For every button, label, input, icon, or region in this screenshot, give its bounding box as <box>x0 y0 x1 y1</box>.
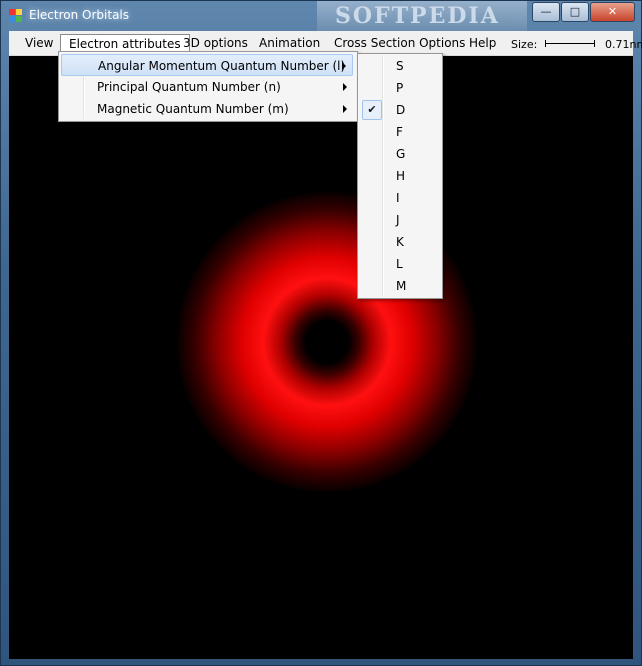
watermark: SOFTPEDIA <box>317 1 527 31</box>
app-icon-part <box>9 16 15 22</box>
submenu-item-label: G <box>396 147 406 161</box>
submenu-item-label: F <box>396 125 403 139</box>
submenu-item-m[interactable]: M <box>360 275 438 297</box>
submenu-arrow-icon <box>343 83 347 91</box>
menu-item-angular-momentum[interactable]: Angular Momentum Quantum Number (l) <box>61 54 353 76</box>
orbital-canvas[interactable] <box>9 56 633 659</box>
menu-item-label: Angular Momentum Quantum Number (l) <box>98 59 346 73</box>
client-area: View Electron attributes 3D options Anim… <box>9 31 642 659</box>
maximize-button[interactable]: □ <box>561 2 589 22</box>
submenu-item-label: K <box>396 235 404 249</box>
submenu-item-label: L <box>396 257 403 271</box>
submenu-arrow-icon <box>342 62 346 70</box>
app-icon-part <box>16 16 22 22</box>
window-title: Electron Orbitals <box>29 8 130 22</box>
submenu-item-label: D <box>396 103 406 117</box>
menu-help[interactable]: Help <box>461 34 504 52</box>
minimize-button[interactable]: — <box>532 2 560 22</box>
submenu-item-s[interactable]: S <box>360 55 438 77</box>
angular-momentum-submenu: S P ✔ D F G H I J K L M <box>357 53 443 299</box>
submenu-item-label: H <box>396 169 406 183</box>
app-icon-part <box>16 9 22 15</box>
submenu-item-h[interactable]: H <box>360 165 438 187</box>
app-icon-part <box>9 9 15 15</box>
submenu-item-label: P <box>396 81 404 95</box>
menu-item-label: Magnetic Quantum Number (m) <box>97 102 289 116</box>
submenu-item-l[interactable]: L <box>360 253 438 275</box>
scale-bar <box>545 40 595 47</box>
menu-item-principal[interactable]: Principal Quantum Number (n) <box>61 76 353 98</box>
submenu-item-label: S <box>396 59 404 73</box>
submenu-item-p[interactable]: P <box>360 77 438 99</box>
menu-item-magnetic[interactable]: Magnetic Quantum Number (m) <box>61 98 353 120</box>
checkmark-icon: ✔ <box>362 100 382 120</box>
submenu-arrow-icon <box>343 105 347 113</box>
submenu-item-d[interactable]: ✔ D <box>360 99 438 121</box>
submenu-item-k[interactable]: K <box>360 231 438 253</box>
submenu-item-label: I <box>396 191 400 205</box>
close-button[interactable]: ✕ <box>590 2 635 22</box>
submenu-item-f[interactable]: F <box>360 121 438 143</box>
menu-item-label: Principal Quantum Number (n) <box>97 80 281 94</box>
submenu-item-j[interactable]: J <box>360 209 438 231</box>
title-bar[interactable]: Electron Orbitals SOFTPEDIA — □ ✕ <box>1 1 641 31</box>
submenu-item-g[interactable]: G <box>360 143 438 165</box>
submenu-item-i[interactable]: I <box>360 187 438 209</box>
menu-3d-options[interactable]: 3D options <box>175 34 256 52</box>
size-label: Size: <box>511 38 538 51</box>
submenu-item-label: J <box>396 213 400 227</box>
submenu-item-label: M <box>396 279 407 293</box>
menu-animation[interactable]: Animation <box>251 34 328 52</box>
electron-attributes-menu: Angular Momentum Quantum Number (l) Prin… <box>58 51 358 122</box>
menu-view[interactable]: View <box>17 34 61 52</box>
menu-cross-section-options[interactable]: Cross Section Options <box>326 34 473 52</box>
size-value: 0.71nm <box>605 38 642 51</box>
orbital-app-icon[interactable] <box>9 9 22 22</box>
